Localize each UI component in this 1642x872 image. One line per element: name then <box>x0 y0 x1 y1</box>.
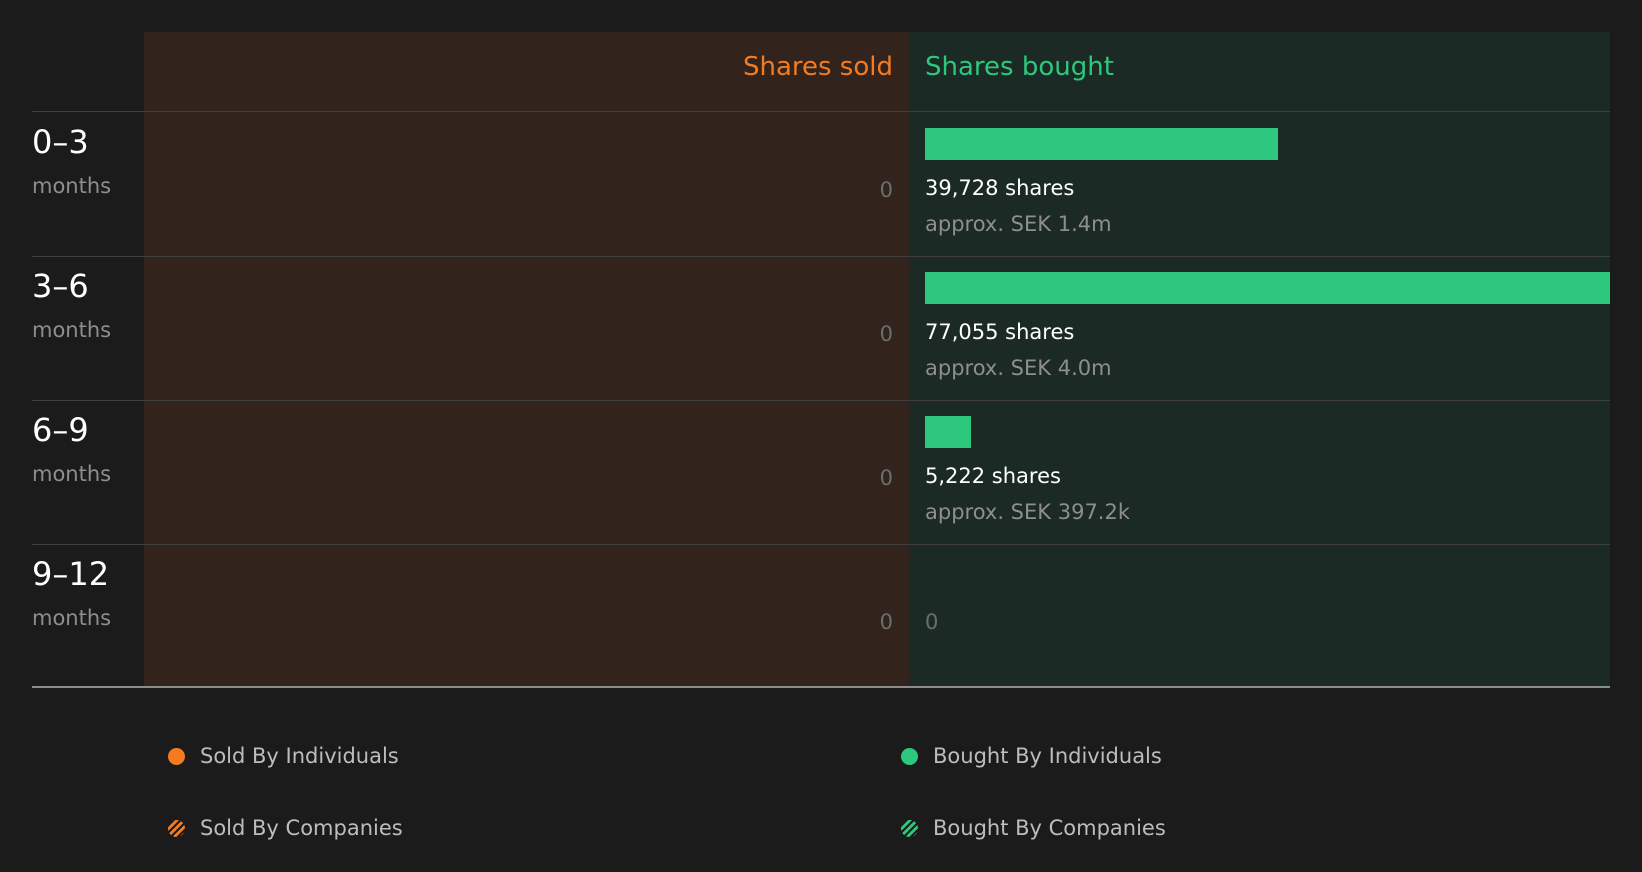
period-row-6-9: 6–9 months 0 5,222 shares approx. SEK 39… <box>0 400 1642 544</box>
chart-baseline <box>32 686 1610 688</box>
period-unit: months <box>32 318 112 342</box>
bought-zero-value: 0 <box>925 610 939 634</box>
green-hatched-dot-icon <box>901 820 918 837</box>
bought-value-label: approx. SEK 4.0m <box>925 356 1112 380</box>
bought-shares-label: 39,728 shares <box>925 176 1075 200</box>
orange-dot-icon <box>168 748 185 765</box>
green-dot-icon <box>901 748 918 765</box>
sold-value: 0 <box>879 322 893 346</box>
period-row-3-6: 3–6 months 0 77,055 shares approx. SEK 4… <box>0 256 1642 400</box>
legend-label: Sold By Individuals <box>200 744 399 768</box>
bought-shares-label: 5,222 shares <box>925 464 1061 488</box>
sold-value: 0 <box>879 466 893 490</box>
period-label: 6–9 <box>32 411 89 449</box>
sold-value: 0 <box>879 610 893 634</box>
period-label: 3–6 <box>32 267 89 305</box>
shares-bought-header: Shares bought <box>925 52 1114 82</box>
legend-label: Sold By Companies <box>200 816 403 840</box>
legend-label: Bought By Individuals <box>933 744 1162 768</box>
shares-sold-header: Shares sold <box>742 52 893 82</box>
period-row-9-12: 9–12 months 0 0 <box>0 544 1642 688</box>
bought-value-label: approx. SEK 397.2k <box>925 500 1131 524</box>
sold-value: 0 <box>879 178 893 202</box>
bought-bar <box>925 272 1610 304</box>
period-unit: months <box>32 462 112 486</box>
orange-hatched-dot-icon <box>168 820 185 837</box>
period-label: 0–3 <box>32 123 89 161</box>
bought-shares-label: 77,055 shares <box>925 320 1075 344</box>
bought-bar <box>925 128 1278 160</box>
period-unit: months <box>32 174 112 198</box>
period-row-0-3: 0–3 months 0 39,728 shares approx. SEK 1… <box>0 112 1642 256</box>
legend-label: Bought By Companies <box>933 816 1166 840</box>
bought-value-label: approx. SEK 1.4m <box>925 212 1112 236</box>
period-unit: months <box>32 606 112 630</box>
insider-trading-chart: Shares sold Shares bought 0–3 months 0 3… <box>0 0 1642 872</box>
bought-bar <box>925 416 971 448</box>
period-label: 9–12 <box>32 555 110 593</box>
